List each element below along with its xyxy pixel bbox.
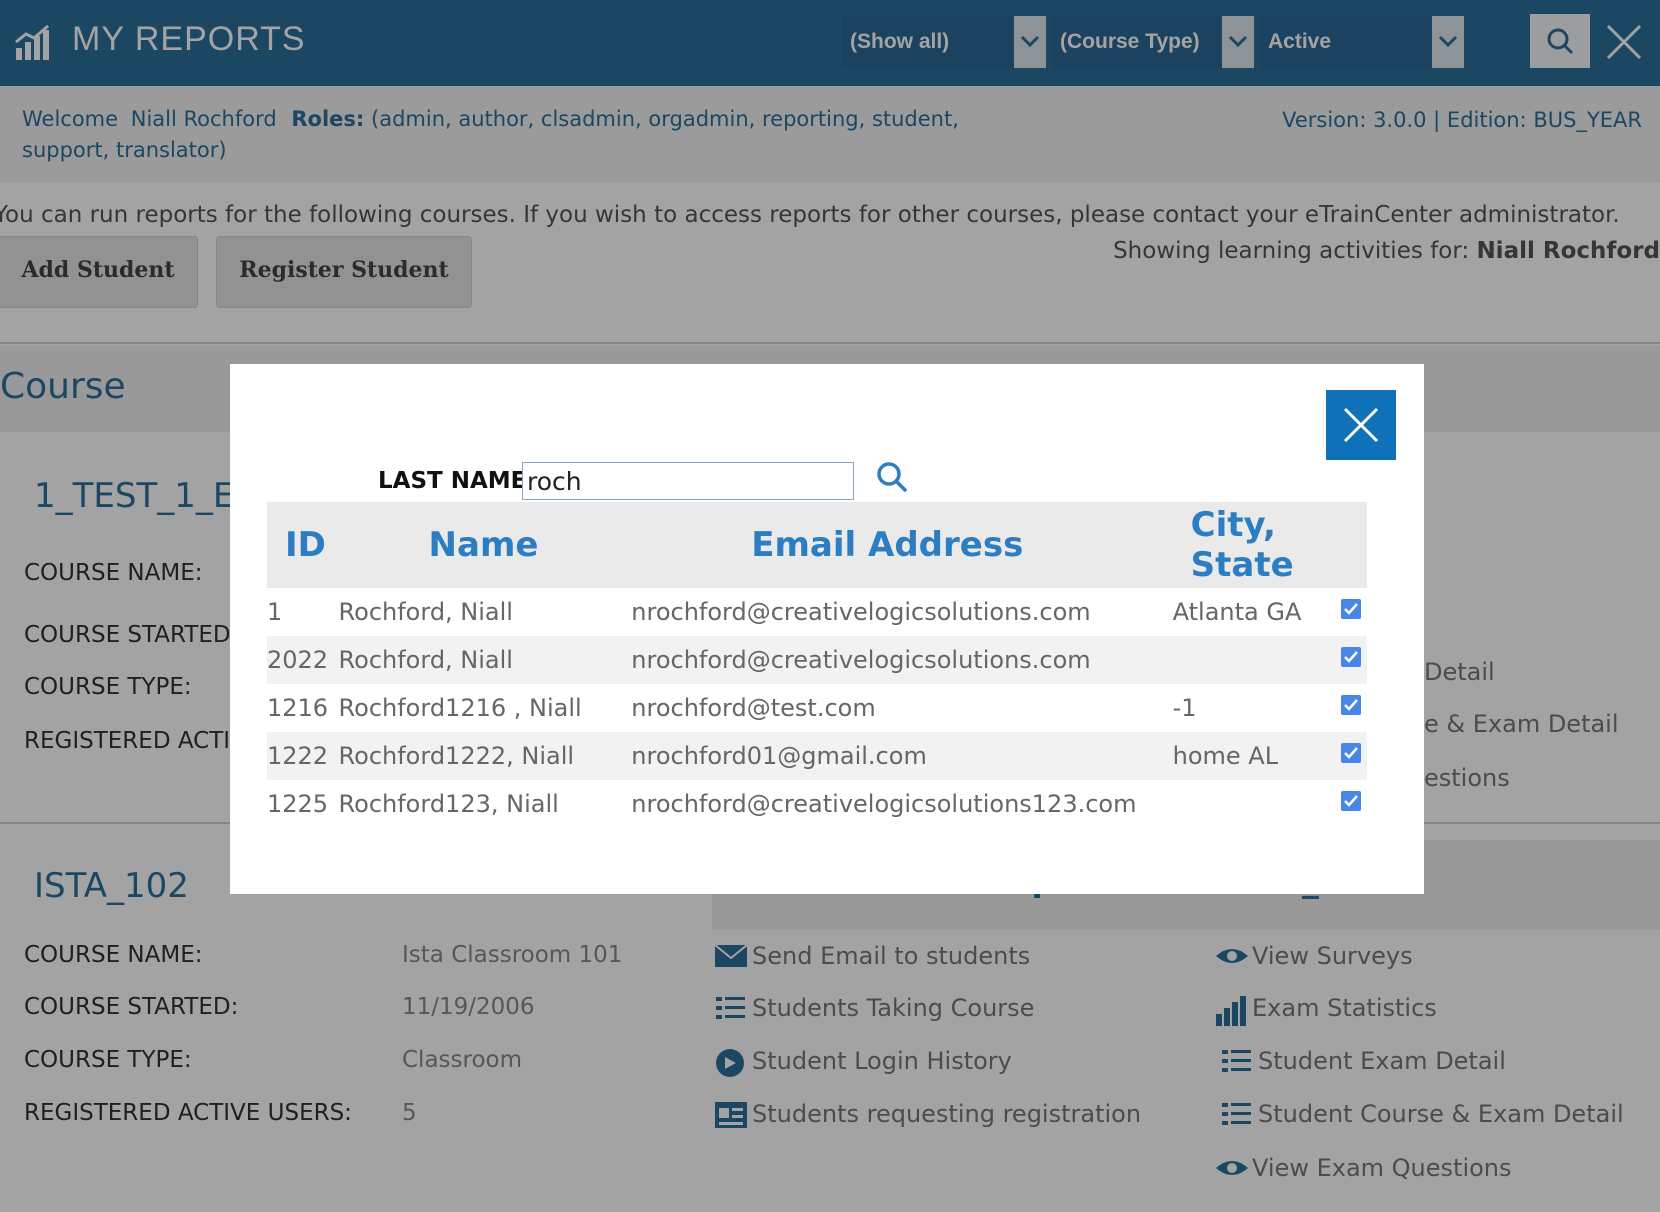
last-name-label: LAST NAME:: [378, 468, 536, 494]
cell-name: Rochford123, Niall: [338, 790, 559, 818]
cell-name: Rochford1216 , Niall: [338, 694, 582, 722]
checkbox-checked-icon[interactable]: [1340, 646, 1362, 668]
cell-select: [1340, 684, 1367, 732]
cell-city-state: [1172, 636, 1341, 684]
column-header-select: [1340, 502, 1367, 588]
column-header-city-state: City, State: [1172, 502, 1341, 588]
column-header-name: Name: [338, 502, 632, 588]
table-row[interactable]: 2022 Rochford, Niall nrochford@creativel…: [267, 636, 1367, 684]
cell-email: nrochford@creativelogicsolutions.com: [631, 636, 1173, 684]
cell-name: Rochford, Niall: [338, 636, 632, 684]
column-header-id: ID: [267, 502, 339, 588]
table-row[interactable]: 1216 Rochford1216 , Niall nrochford@test…: [267, 684, 1367, 732]
cell-id: 2022: [267, 636, 339, 684]
close-icon: [1343, 407, 1379, 443]
cell-select: [1340, 780, 1367, 828]
checkbox-checked-icon[interactable]: [1340, 598, 1362, 620]
cell-name: Rochford, Niall: [338, 598, 513, 626]
table-row[interactable]: 1225 Rochford123, Niall nrochford@creati…: [267, 780, 1367, 828]
student-search-modal: LAST NAME: ID Name Email Address City, S…: [230, 364, 1424, 894]
cell-id: 1216: [267, 694, 329, 722]
checkbox-checked-icon[interactable]: [1340, 790, 1362, 812]
cell-city-state: -1: [1172, 694, 1197, 722]
cell-city-state: [1173, 780, 1341, 828]
cell-id: 1: [267, 598, 283, 626]
results-table: ID Name Email Address City, State 1 Roch…: [267, 502, 1367, 828]
cell-id: 1225: [267, 790, 329, 818]
checkbox-checked-icon[interactable]: [1340, 694, 1362, 716]
search-icon[interactable]: [875, 460, 909, 494]
cell-select: [1340, 732, 1367, 780]
cell-id: 1222: [267, 732, 339, 780]
cell-email: nrochford@test.com: [631, 694, 876, 722]
cell-city-state: Atlanta GA: [1172, 598, 1302, 626]
table-row[interactable]: 1222 Rochford1222, Niall nrochford01@gma…: [267, 732, 1367, 780]
cell-select: [1340, 588, 1367, 636]
cell-email: nrochford01@gmail.com: [631, 732, 1173, 780]
cell-email: nrochford@creativelogicsolutions123.com: [631, 790, 1137, 818]
cell-email: nrochford@creativelogicsolutions.com: [631, 598, 1091, 626]
modal-close-button[interactable]: [1326, 390, 1396, 460]
last-name-input[interactable]: [522, 462, 854, 500]
table-row[interactable]: 1 Rochford, Niall nrochford@creativelogi…: [267, 588, 1367, 636]
cell-name: Rochford1222, Niall: [338, 732, 632, 780]
cell-select: [1340, 636, 1367, 684]
cell-city-state: home AL: [1172, 732, 1341, 780]
checkbox-checked-icon[interactable]: [1340, 742, 1362, 764]
column-header-email: Email Address: [631, 502, 1173, 588]
table-header-row: ID Name Email Address City, State: [267, 502, 1367, 588]
